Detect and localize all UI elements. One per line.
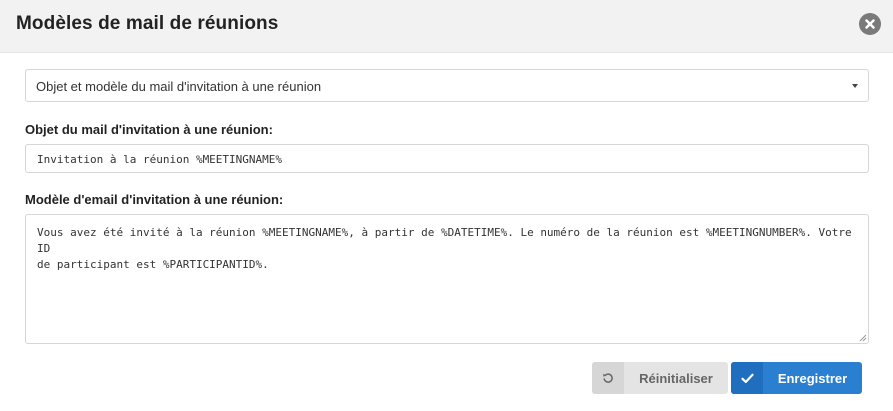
subject-input-value: Invitation à la réunion %MEETINGNAME% bbox=[37, 153, 283, 166]
check-icon bbox=[740, 373, 754, 383]
subject-input[interactable]: Invitation à la réunion %MEETINGNAME% bbox=[25, 144, 869, 173]
body-textarea-value: Vous avez été invité à la réunion %MEETI… bbox=[37, 226, 852, 271]
save-icon-box bbox=[731, 362, 763, 394]
undo-icon bbox=[603, 373, 613, 383]
reset-icon-box bbox=[592, 362, 624, 394]
save-button[interactable]: Enregistrer bbox=[731, 362, 862, 394]
template-select-value: Objet et modèle du mail d'invitation à u… bbox=[36, 79, 322, 94]
close-button[interactable] bbox=[859, 13, 881, 35]
close-icon bbox=[865, 19, 875, 29]
dialog-header: Modèles de mail de réunions bbox=[0, 0, 893, 53]
reset-button-label: Réinitialiser bbox=[639, 371, 713, 386]
dialog-title: Modèles de mail de réunions bbox=[16, 13, 279, 34]
template-select[interactable]: Objet et modèle du mail d'invitation à u… bbox=[25, 69, 869, 102]
save-button-label: Enregistrer bbox=[777, 371, 848, 386]
subject-label: Objet du mail d'invitation à une réunion… bbox=[25, 122, 273, 137]
caret-down-icon bbox=[852, 84, 858, 88]
body-textarea[interactable]: Vous avez été invité à la réunion %MEETI… bbox=[25, 214, 869, 344]
resize-handle-icon[interactable] bbox=[859, 334, 867, 342]
reset-button[interactable]: Réinitialiser bbox=[592, 362, 728, 394]
body-label: Modèle d'email d'invitation à une réunio… bbox=[25, 192, 284, 207]
